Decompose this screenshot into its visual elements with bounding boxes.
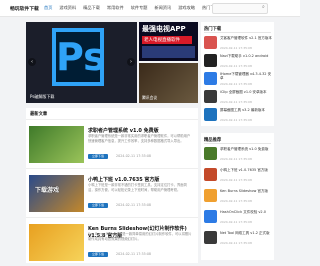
- chevron-left-icon[interactable]: ‹: [28, 58, 36, 66]
- tv-image: [142, 46, 195, 58]
- download-button[interactable]: 立即下载: [88, 252, 108, 257]
- sidebar-item-date: 2024-02-11 17:35:08: [220, 45, 252, 50]
- article-date: 2024-02-11 17:35:08: [116, 203, 152, 207]
- article-title[interactable]: 求职者户管理系统 v1.0 免费版: [88, 127, 159, 134]
- article-thumbnail[interactable]: 下载游戏: [29, 175, 84, 212]
- meeting-caption: 腾讯会议: [142, 95, 158, 100]
- tv-title: 最强电视APP: [142, 25, 186, 33]
- nav-item-downloads[interactable]: 精品下载: [83, 5, 100, 11]
- article-title[interactable]: 小鸭上下班 v1.0.7635 官方版: [88, 176, 159, 183]
- search-input[interactable]: [212, 3, 268, 14]
- sidebar-item[interactable]: IHome下载管理器 v4.3.4.32 安卓 2024-02-11 17:35…: [204, 72, 272, 88]
- main-nav: 首页 游戏资料 精品下载 常用软件 软件专题 新闻资讯 游戏攻略 热门下载: [44, 5, 219, 11]
- app-icon: [204, 147, 217, 160]
- app-icon: [204, 210, 217, 223]
- sidebar-item[interactable]: Navi下载助手 v1.0.2 android 2024-02-11 17:35…: [204, 54, 272, 70]
- sidebar-item-title[interactable]: 艾客客户管理软件 v2.1 官方版本: [220, 36, 272, 45]
- sidebar-item[interactable]: 艾客客户管理软件 v2.1 官方版本 2024-02-11 17:35:08: [204, 36, 272, 52]
- nav-item-topics[interactable]: 软件专题: [131, 5, 148, 11]
- article-desc: 求职者户管理系统是一款非常实用的求职者户管理软件，可以帮助用户快速管理客户信息，…: [88, 134, 191, 143]
- latest-articles: 最新文章 求职者户管理系统 v1.0 免费版 求职者户管理系统是一款非常实用的求…: [26, 108, 198, 263]
- article-thumbnail[interactable]: [29, 224, 84, 261]
- sidebar-item-date: 2024-02-11 17:35:08: [220, 117, 252, 122]
- tv-subtitle: 老人电视直播软件: [142, 36, 192, 44]
- sidebar-item-title[interactable]: 小鸭上下班 v1.0.7635 官方版: [220, 168, 272, 177]
- sidebar-item[interactable]: Ken Burns Slideshow 官方版 2024-02-11 17:35…: [204, 189, 272, 205]
- banner-caption: Ps破解版下载: [30, 94, 55, 99]
- sidebar-item-date: 2024-02-11 17:35:08: [220, 240, 252, 245]
- sidebar-recommend: 热门下载 艾客客户管理软件 v2.1 官方版本 2024-02-11 17:35…: [201, 22, 274, 126]
- nav-item-news[interactable]: 新闻资讯: [154, 5, 171, 11]
- top-header: 畅玩软件下载 首页 游戏资料 精品下载 常用软件 软件专题 新闻资讯 游戏攻略 …: [0, 0, 300, 17]
- sidebar-item-date: 2024-02-11 17:35:08: [220, 177, 252, 182]
- sidebar-item-date: 2024-02-11 17:35:08: [220, 198, 252, 203]
- nav-item-home[interactable]: 首页: [44, 5, 52, 11]
- sidebar-item[interactable]: iClip 全屏截图 v1.0 安卓版本 2024-02-11 17:35:08: [204, 90, 272, 106]
- banner-slide-main[interactable]: Ps Ps破解版下载: [26, 22, 137, 103]
- search-icon[interactable]: ⌕: [262, 4, 268, 13]
- article-item[interactable]: 求职者户管理系统 v1.0 免费版 求职者户管理系统是一款非常实用的求职者户管理…: [26, 119, 198, 168]
- divider: [204, 143, 271, 144]
- sidebar-item-date: 2024-02-11 17:35:08: [220, 63, 252, 68]
- sidebar-item-date: 2024-02-11 17:35:08: [220, 81, 252, 86]
- banner-carousel: Ps Ps破解版下载 ‹ › 最强电视APP 老人电视直播软件 腾讯会议: [26, 22, 198, 103]
- sidebar-item-date: 2024-02-11 17:35:08: [220, 156, 252, 161]
- article-item[interactable]: Ken Burns Slideshow(幻灯片制作软件) v1.5.8 官方版 …: [26, 217, 198, 266]
- sidebar-item-title[interactable]: Net Tool 网络工具 v1.2 正式版: [220, 231, 272, 240]
- sidebar-item[interactable]: 小鸭上下班 v1.0.7635 官方版 2024-02-11 17:35:08: [204, 168, 272, 184]
- sidebar-item-title[interactable]: Ken Burns Slideshow 官方版: [220, 189, 272, 198]
- sidebar-item[interactable]: HashOnClick 文件校验 v2.0 2024-02-11 17:35:0…: [204, 210, 272, 226]
- sidebar-item-title[interactable]: 屏幕截图工具 v3.2 最新版本: [220, 108, 272, 117]
- article-thumbnail[interactable]: [29, 126, 84, 163]
- sidebar-item[interactable]: Net Tool 网络工具 v1.2 正式版 2024-02-11 17:35:…: [204, 231, 272, 247]
- article-date: 2024-02-11 17:35:08: [116, 252, 152, 256]
- photoshop-logo: Ps: [52, 28, 106, 86]
- sidebar-item-title[interactable]: 求职者户管理系统 v1.0 免费版: [220, 147, 272, 156]
- app-icon: [204, 72, 217, 85]
- app-icon: [204, 54, 217, 67]
- article-desc: Ken Burns Slideshow是一款简单易用的幻灯片制作软件，可以将照片…: [88, 232, 192, 241]
- sidebar-item[interactable]: 求职者户管理系统 v1.0 免费版 2024-02-11 17:35:08: [204, 147, 272, 163]
- divider: [204, 32, 271, 33]
- app-icon: [204, 108, 217, 121]
- sidebar-item[interactable]: 屏幕截图工具 v3.2 最新版本 2024-02-11 17:35:08: [204, 108, 272, 124]
- article-desc: 小鸭上下班是一款非常不错的打卡签到工具，支持定位打卡，界面简洁，操作方便，可以轻…: [88, 183, 187, 192]
- sidebar-item-date: 2024-02-11 17:35:08: [220, 99, 252, 104]
- banner-slide-tv[interactable]: 最强电视APP 老人电视直播软件: [139, 22, 198, 61]
- nav-item-games[interactable]: 游戏资料: [59, 5, 76, 11]
- sidebar-item-date: 2024-02-11 17:35:08: [220, 219, 252, 224]
- site-logo[interactable]: 畅玩软件下载: [10, 5, 39, 12]
- sidebar-hot: 精品推荐 求职者户管理系统 v1.0 免费版 2024-02-11 17:35:…: [201, 133, 274, 260]
- article-item[interactable]: 下载游戏 小鸭上下班 v1.0.7635 官方版 小鸭上下班是一款非常不错的打卡…: [26, 168, 198, 217]
- nav-item-guides[interactable]: 游戏攻略: [178, 5, 195, 11]
- download-button[interactable]: 立即下载: [88, 154, 108, 159]
- chevron-right-icon[interactable]: ›: [127, 58, 135, 66]
- download-button[interactable]: 立即下载: [88, 203, 108, 208]
- app-icon: [204, 90, 217, 103]
- banner-slide-meeting[interactable]: 腾讯会议: [139, 63, 198, 103]
- app-icon: [204, 168, 217, 181]
- app-icon: [204, 231, 217, 244]
- sidebar-item-title[interactable]: IHome下载管理器 v4.3.4.32 安卓: [220, 72, 272, 81]
- sidebar-item-title[interactable]: iClip 全屏截图 v1.0 安卓版本: [220, 90, 272, 99]
- app-icon: [204, 36, 217, 49]
- app-icon: [204, 189, 217, 202]
- sidebar-item-title[interactable]: HashOnClick 文件校验 v2.0: [220, 210, 272, 219]
- sidebar-item-title[interactable]: Navi下载助手 v1.0.2 android: [220, 54, 272, 63]
- section-title: 最新文章: [30, 112, 48, 117]
- article-date: 2024-02-11 17:35:08: [116, 154, 152, 158]
- nav-item-software[interactable]: 常用软件: [107, 5, 124, 11]
